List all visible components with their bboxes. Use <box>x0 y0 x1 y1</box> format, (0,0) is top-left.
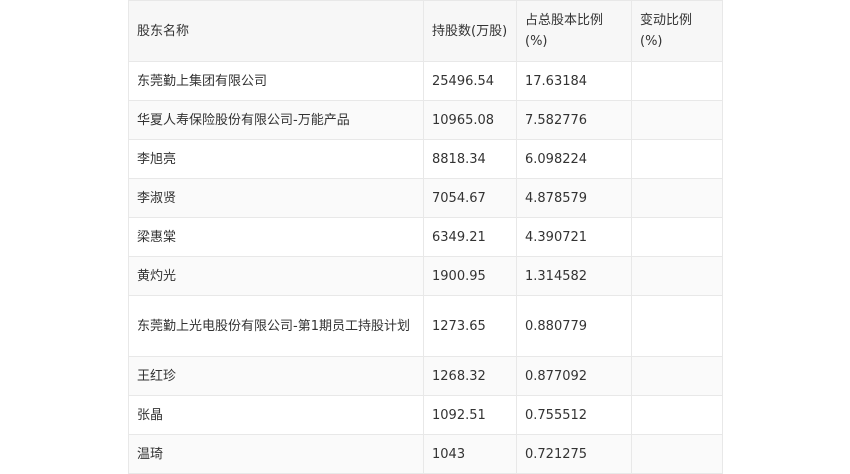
cell-shareholder-name: 梁惠棠 <box>128 217 424 257</box>
cell-change-ratio <box>631 61 723 101</box>
cell-shares-held: 1092.51 <box>423 395 517 435</box>
table-row: 东莞勤上光电股份有限公司-第1期员工持股计划 1273.65 0.880779 <box>128 295 723 357</box>
cell-shareholder-name: 李旭亮 <box>128 139 424 179</box>
cell-change-ratio <box>631 256 723 296</box>
cell-shares-held: 6349.21 <box>423 217 517 257</box>
cell-shares-held: 8818.34 <box>423 139 517 179</box>
header-change-ratio: 变动比例(%) <box>631 0 723 62</box>
cell-shares-held: 10965.08 <box>423 100 517 140</box>
cell-change-ratio <box>631 139 723 179</box>
cell-change-ratio <box>631 100 723 140</box>
table-row: 华夏人寿保险股份有限公司-万能产品 10965.08 7.582776 <box>128 100 723 140</box>
header-shareholder-name: 股东名称 <box>128 0 424 62</box>
cell-shareholder-name: 黄灼光 <box>128 256 424 296</box>
table-row: 李旭亮 8818.34 6.098224 <box>128 139 723 179</box>
cell-share-ratio: 4.878579 <box>516 178 632 218</box>
cell-share-ratio: 17.63184 <box>516 61 632 101</box>
cell-change-ratio <box>631 356 723 396</box>
table-row: 黄灼光 1900.95 1.314582 <box>128 256 723 296</box>
cell-share-ratio: 1.314582 <box>516 256 632 296</box>
cell-share-ratio: 6.098224 <box>516 139 632 179</box>
table-header-row: 股东名称 持股数(万股) 占总股本比例(%) 变动比例(%) <box>128 0 723 62</box>
cell-shares-held: 1043 <box>423 434 517 474</box>
header-shares-held: 持股数(万股) <box>423 0 517 62</box>
cell-share-ratio: 0.880779 <box>516 295 632 357</box>
table-row: 王红珍 1268.32 0.877092 <box>128 356 723 396</box>
cell-change-ratio <box>631 217 723 257</box>
cell-shares-held: 1268.32 <box>423 356 517 396</box>
cell-share-ratio: 4.390721 <box>516 217 632 257</box>
cell-shareholder-name: 王红珍 <box>128 356 424 396</box>
cell-change-ratio <box>631 295 723 357</box>
cell-shareholder-name: 东莞勤上光电股份有限公司-第1期员工持股计划 <box>128 295 424 357</box>
table-row: 东莞勤上集团有限公司 25496.54 17.63184 <box>128 61 723 101</box>
cell-change-ratio <box>631 178 723 218</box>
shareholder-table: 股东名称 持股数(万股) 占总股本比例(%) 变动比例(%) 东莞勤上集团有限公… <box>128 0 723 474</box>
cell-shares-held: 7054.67 <box>423 178 517 218</box>
cell-share-ratio: 7.582776 <box>516 100 632 140</box>
table-row: 李淑贤 7054.67 4.878579 <box>128 178 723 218</box>
cell-shareholder-name: 李淑贤 <box>128 178 424 218</box>
cell-share-ratio: 0.721275 <box>516 434 632 474</box>
cell-change-ratio <box>631 434 723 474</box>
cell-shares-held: 1273.65 <box>423 295 517 357</box>
cell-shareholder-name: 华夏人寿保险股份有限公司-万能产品 <box>128 100 424 140</box>
header-share-ratio: 占总股本比例(%) <box>516 0 632 62</box>
cell-change-ratio <box>631 395 723 435</box>
cell-shareholder-name: 东莞勤上集团有限公司 <box>128 61 424 101</box>
table-row: 张晶 1092.51 0.755512 <box>128 395 723 435</box>
cell-shareholder-name: 张晶 <box>128 395 424 435</box>
table-row: 梁惠棠 6349.21 4.390721 <box>128 217 723 257</box>
shareholder-table-container: 股东名称 持股数(万股) 占总股本比例(%) 变动比例(%) 东莞勤上集团有限公… <box>128 0 723 474</box>
cell-shareholder-name: 温琦 <box>128 434 424 474</box>
cell-share-ratio: 0.877092 <box>516 356 632 396</box>
cell-share-ratio: 0.755512 <box>516 395 632 435</box>
cell-shares-held: 1900.95 <box>423 256 517 296</box>
cell-shares-held: 25496.54 <box>423 61 517 101</box>
table-row: 温琦 1043 0.721275 <box>128 434 723 474</box>
